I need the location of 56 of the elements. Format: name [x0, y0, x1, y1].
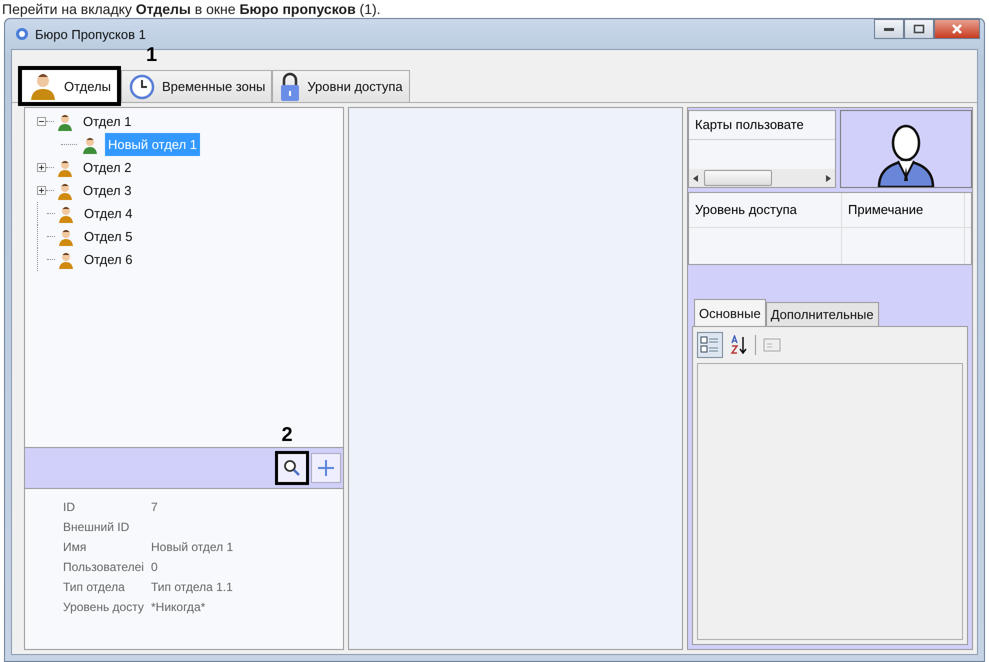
field-value: *Никогда*: [151, 599, 206, 616]
column-header[interactable]: Примечание: [842, 193, 965, 227]
field-value: Тип отдела 1.1: [151, 579, 233, 596]
person-icon: [56, 112, 74, 130]
person-icon: [56, 158, 74, 176]
column-header: Карты пользовате: [689, 111, 835, 140]
field-label: Внешний ID: [63, 519, 130, 536]
search-icon: [282, 459, 301, 477]
expander-icon[interactable]: [37, 163, 46, 172]
tab[interactable]: Отделы: [18, 66, 121, 106]
person-icon: [57, 228, 75, 246]
field-label: Тип отдела: [63, 579, 126, 596]
person-icon: [56, 182, 74, 200]
callout-number: 1: [146, 44, 158, 67]
app-icon: [15, 27, 29, 41]
field-label: Пользователеі: [63, 559, 145, 576]
tree-item[interactable]: Отдел 1: [80, 110, 134, 133]
tree-item[interactable]: Отдел 3: [80, 179, 134, 202]
field-value: 7: [151, 499, 158, 516]
expander-icon[interactable]: [37, 186, 46, 195]
tab[interactable]: Основные: [694, 299, 766, 326]
person-icon: [57, 204, 75, 222]
padlock-icon: [279, 72, 302, 102]
close-icon: [951, 24, 963, 34]
field-value: 0: [151, 559, 158, 576]
search-button[interactable]: [274, 451, 309, 485]
caption-text: Перейти на вкладку Отделы в окне Бюро пропусков (1).: [1, 0, 382, 18]
maximize-button[interactable]: [904, 19, 934, 39]
tree-item[interactable]: Отдел 5: [81, 225, 136, 248]
close-button[interactable]: [934, 19, 980, 39]
clock-icon: [128, 72, 156, 100]
minimize-button[interactable]: [874, 19, 904, 39]
field-label: ID: [63, 499, 76, 516]
categorized-view-button[interactable]: [697, 332, 723, 358]
window-title: Бюро Пропусков 1: [35, 26, 146, 42]
scroll-right-icon[interactable]: [826, 174, 831, 182]
callout-number: 2: [281, 424, 293, 447]
person-icon: [28, 71, 58, 101]
minimize-icon: [883, 26, 895, 32]
maximize-icon: [913, 24, 925, 34]
field-label: Имя: [63, 539, 88, 556]
column-header[interactable]: Уровень доступа: [689, 193, 842, 227]
tab[interactable]: Дополнительные: [766, 302, 879, 326]
field-label: Уровень досту: [63, 599, 145, 616]
expander-icon[interactable]: [37, 117, 46, 126]
tree-item[interactable]: Отдел 4: [81, 202, 136, 225]
tree-item[interactable]: Отдел 2: [80, 156, 134, 179]
tree-item[interactable]: Отдел 6: [81, 248, 136, 271]
field-value: Новый отдел 1: [151, 539, 234, 556]
scroll-left-icon[interactable]: [693, 174, 698, 182]
person-icon: [81, 136, 99, 154]
person-icon: [57, 250, 75, 268]
tab[interactable]: Временные зоны: [120, 70, 272, 102]
scrollbar[interactable]: [689, 169, 835, 187]
plus-icon: [316, 459, 335, 477]
tab[interactable]: Уровни доступа: [272, 70, 410, 102]
